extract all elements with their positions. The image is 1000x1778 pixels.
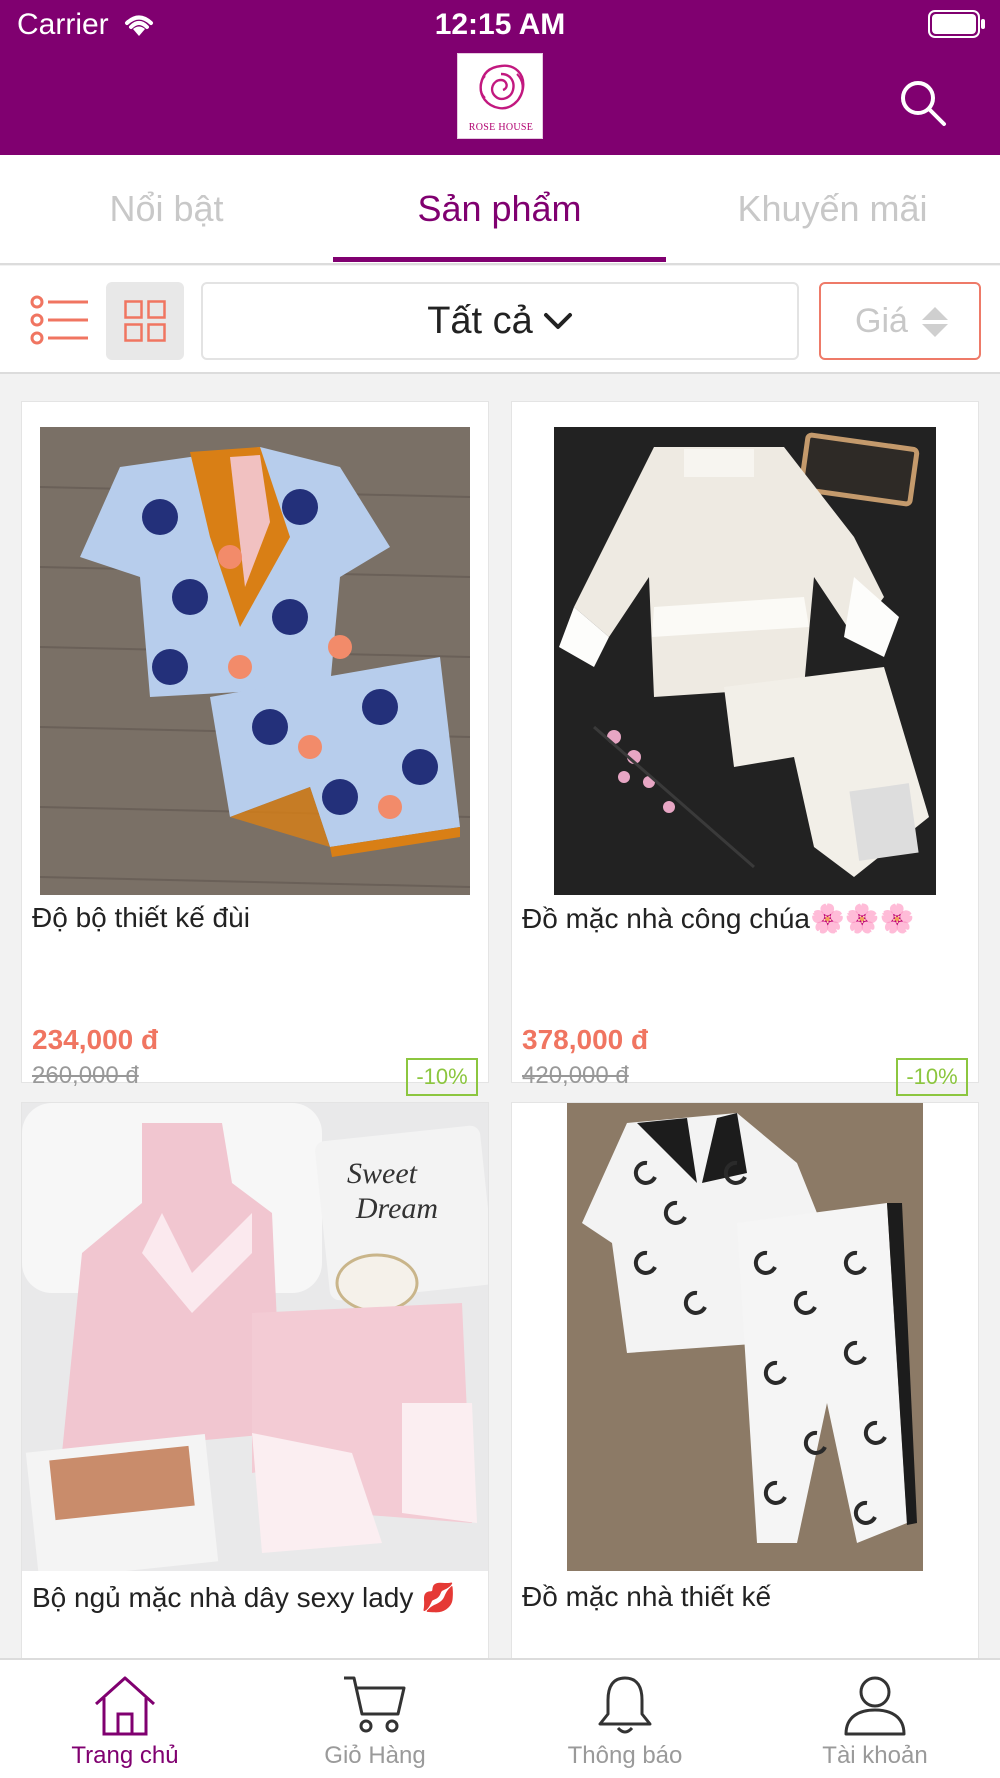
- rose-house-logo[interactable]: ROSE HOUSE: [457, 53, 543, 139]
- user-icon: [844, 1676, 906, 1736]
- product-old-price: 420,000 đ: [522, 1062, 629, 1089]
- nav-label: Tài khoản: [822, 1742, 928, 1769]
- category-dropdown[interactable]: Tất cả: [201, 282, 799, 360]
- product-name: Đồ mặc nhà công chúa🌸🌸🌸: [522, 903, 915, 934]
- product-name: Đồ mặc nhà thiết kế: [522, 1581, 772, 1612]
- nav-label: Giỏ Hàng: [324, 1742, 426, 1769]
- nav-gio-hang[interactable]: Giỏ Hàng: [250, 1660, 500, 1778]
- product-image: [554, 427, 936, 895]
- tab-san-pham[interactable]: Sản phẩm: [333, 155, 666, 263]
- product-image: [567, 1103, 923, 1571]
- product-price: 378,000 đ: [522, 1024, 649, 1055]
- discount-badge: -10%: [896, 1058, 968, 1096]
- chevron-down-icon: [543, 313, 572, 329]
- clock: 12:15 AM: [434, 8, 566, 41]
- nav-label: Trang chủ: [71, 1742, 179, 1769]
- product-name: Bộ ngủ mặc nhà dây sexy lady 💋: [32, 1582, 456, 1613]
- price-sort-button[interactable]: Giá: [819, 282, 981, 360]
- nav-trang-chu[interactable]: Trang chủ: [0, 1660, 250, 1778]
- product-image: Sweet Dream: [22, 1103, 488, 1571]
- svg-text:Dream: Dream: [355, 1192, 438, 1225]
- nav-label: Thông báo: [567, 1742, 683, 1769]
- nav-tai-khoan[interactable]: Tài khoản: [750, 1660, 1000, 1778]
- product-old-price: 260,000 đ: [32, 1062, 139, 1089]
- category-value: Tất cả: [427, 300, 533, 342]
- product-name: Độ bộ thiết kế đùi: [32, 902, 250, 933]
- tab-noi-bat[interactable]: Nổi bật: [0, 155, 333, 263]
- search-icon[interactable]: [898, 78, 948, 128]
- cart-icon: [344, 1676, 406, 1733]
- list-view-icon[interactable]: [30, 294, 90, 346]
- product-price: 234,000 đ: [32, 1024, 159, 1055]
- status-bar: Carrier 12:15 AM: [0, 0, 1000, 50]
- active-tab-indicator: [333, 257, 666, 262]
- nav-thong-bao[interactable]: Thông báo: [500, 1660, 750, 1778]
- tab-khuyen-mai[interactable]: Khuyến mãi: [666, 155, 999, 263]
- filter-toolbar: Tất cả Giá: [0, 266, 1000, 374]
- app-header: Carrier 12:15 AM ROSE HOUSE: [0, 0, 1000, 155]
- product-card[interactable]: Sweet Dream Bộ ngủ mặc nhà dây sexy lady…: [21, 1102, 489, 1658]
- bottom-navigation: Trang chủ Giỏ Hàng Thông báo Tài khoản: [0, 1658, 1000, 1778]
- svg-text:Sweet: Sweet: [347, 1157, 418, 1190]
- bell-icon: [598, 1676, 652, 1734]
- product-image: [40, 427, 470, 895]
- sort-icon: [922, 307, 948, 337]
- tab-bar: Nổi bật Sản phẩm Khuyến mãi: [0, 155, 1000, 265]
- product-grid: Độ bộ thiết kế đùi 234,000 đ 260,000 đ -…: [0, 376, 1000, 1658]
- discount-badge: -10%: [406, 1058, 478, 1096]
- logo-wordmark: ROSE HOUSE: [468, 122, 534, 133]
- product-card[interactable]: Đồ mặc nhà công chúa🌸🌸🌸 378,000 đ 420,00…: [511, 401, 979, 1096]
- home-icon: [94, 1676, 156, 1736]
- grid-view-icon: [124, 300, 166, 342]
- battery-icon: [928, 10, 985, 38]
- grid-view-button[interactable]: [106, 282, 184, 360]
- product-card[interactable]: Độ bộ thiết kế đùi 234,000 đ 260,000 đ -…: [21, 401, 489, 1096]
- price-sort-label: Giá: [855, 302, 908, 340]
- rose-icon: [479, 64, 525, 110]
- product-card[interactable]: Đồ mặc nhà thiết kế: [511, 1102, 979, 1658]
